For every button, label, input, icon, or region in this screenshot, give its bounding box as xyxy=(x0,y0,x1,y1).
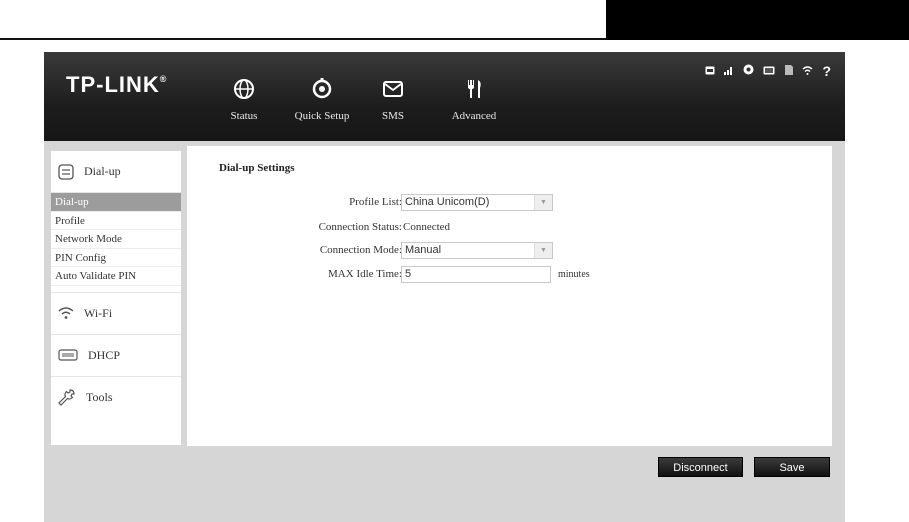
save-button[interactable]: Save xyxy=(754,457,830,477)
sidebar-header-dial-up[interactable]: Dial-up xyxy=(51,151,181,193)
max-idle-time-label: MAX Idle Time: xyxy=(328,268,402,280)
message-status-icon xyxy=(705,62,715,80)
connection-mode-select[interactable]: Manual ▼ xyxy=(401,242,553,259)
connection-status-value: Connected xyxy=(403,221,451,233)
nav-advanced-label: Advanced xyxy=(451,110,497,122)
page-header-rule xyxy=(0,38,606,40)
signal-strength-icon xyxy=(724,62,734,80)
tp-link-logo: TP-LINK® xyxy=(66,72,168,97)
sidebar-section-wifi[interactable]: Wi-Fi xyxy=(51,291,181,334)
page-header-block xyxy=(606,0,909,40)
sim-card-icon xyxy=(785,62,794,80)
page-title: Dial-up Settings xyxy=(219,162,295,174)
wrench-icon xyxy=(58,389,75,406)
profile-list-select[interactable]: China Unicom(D) ▼ xyxy=(401,194,553,211)
router-admin-window: TP-LINK® Status Quick Setup SMS Advanced… xyxy=(44,52,845,522)
sidebar-section-tools-label: Tools xyxy=(86,389,113,404)
connection-mode-value: Manual xyxy=(405,244,442,256)
sidebar-item-network-mode[interactable]: Network Mode xyxy=(51,230,181,249)
nav-sms-label: SMS xyxy=(381,110,405,122)
nav-advanced[interactable]: Advanced xyxy=(444,78,504,138)
status-icon-bar: ? xyxy=(705,62,831,80)
wifi-icon xyxy=(58,307,74,319)
internet-status-icon xyxy=(743,62,754,80)
sidebar-item-auto-validate-pin[interactable]: Auto Validate PIN xyxy=(51,267,181,286)
help-icon[interactable]: ? xyxy=(822,64,831,78)
wifi-status-icon xyxy=(802,62,813,80)
battery-icon xyxy=(763,62,776,80)
max-idle-time-input[interactable]: 5 xyxy=(401,266,551,283)
sidebar-header-label: Dial-up xyxy=(84,164,121,178)
connection-mode-label: Connection Mode: xyxy=(319,244,402,256)
chevron-down-icon[interactable]: ▼ xyxy=(534,195,552,210)
sidebar-item-profile[interactable]: Profile xyxy=(51,212,181,230)
sidebar-item-dial-up[interactable]: Dial-up xyxy=(51,193,181,212)
globe-icon xyxy=(234,79,254,99)
connection-status-label: Connection Status: xyxy=(318,221,402,233)
profile-list-label: Profile List: xyxy=(349,196,402,208)
nav-quick-setup-label: Quick Setup xyxy=(294,110,350,122)
nav-status[interactable]: Status xyxy=(224,78,264,138)
disconnect-button[interactable]: Disconnect xyxy=(658,457,743,477)
sidebar: Dial-up Dial-up Profile Network Mode PIN… xyxy=(51,151,181,445)
nav-quick-setup[interactable]: Quick Setup xyxy=(292,78,352,138)
sidebar-section-wifi-label: Wi-Fi xyxy=(84,305,113,320)
main-content-panel: Dial-up Settings Profile List: China Uni… xyxy=(187,146,832,446)
sidebar-item-pin-config[interactable]: PIN Config xyxy=(51,249,181,267)
dial-up-icon xyxy=(58,163,74,180)
sidebar-section-dhcp[interactable]: DHCP xyxy=(51,333,181,376)
sidebar-section-dhcp-label: DHCP xyxy=(88,347,121,362)
top-navigation-bar: TP-LINK® Status Quick Setup SMS Advanced… xyxy=(44,52,845,141)
chevron-down-icon[interactable]: ▼ xyxy=(534,243,552,258)
nav-status-label: Status xyxy=(230,110,258,122)
quick-setup-icon xyxy=(312,78,332,99)
nav-sms[interactable]: SMS xyxy=(378,78,408,138)
dhcp-icon xyxy=(58,349,78,361)
sidebar-section-tools[interactable]: Tools xyxy=(51,375,181,418)
tools-icon xyxy=(468,80,481,98)
envelope-icon xyxy=(383,81,403,97)
profile-list-value: China Unicom(D) xyxy=(405,196,490,208)
max-idle-time-unit: minutes xyxy=(558,269,590,280)
